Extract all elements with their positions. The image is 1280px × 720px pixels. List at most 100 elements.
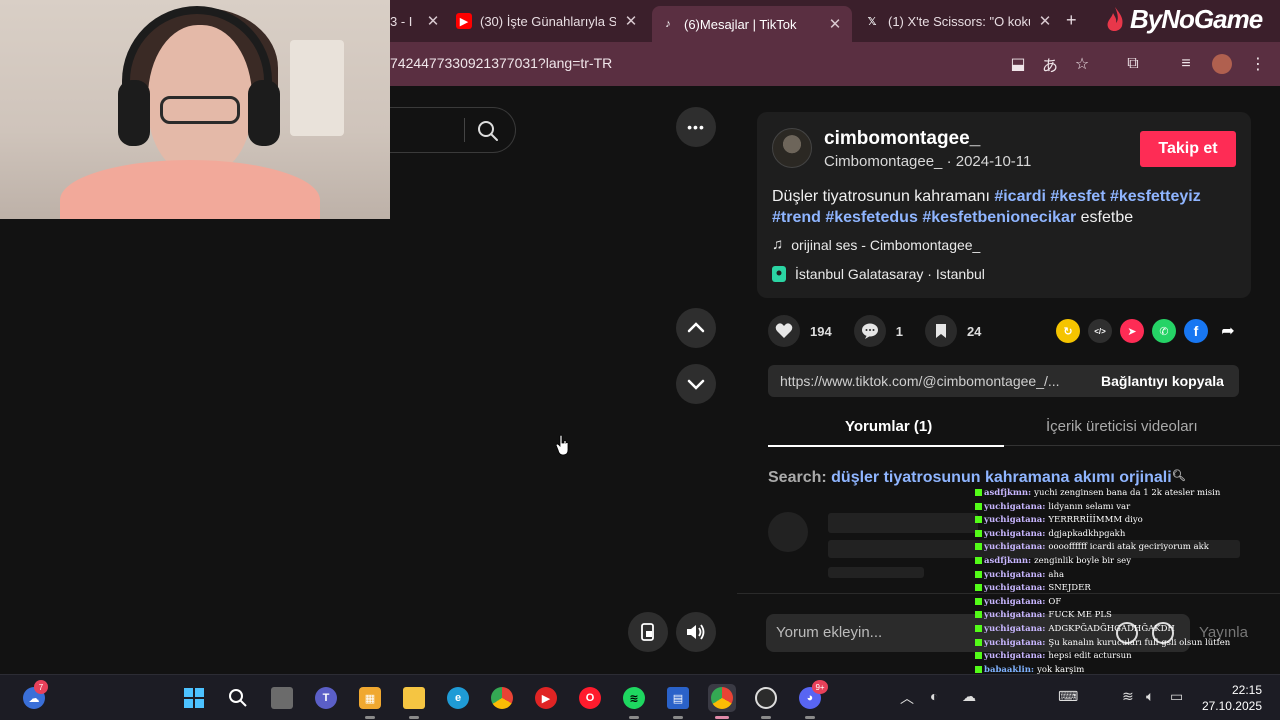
follow-button[interactable]: Takip et xyxy=(1140,131,1236,167)
profile-avatar[interactable] xyxy=(1212,54,1232,74)
wifi-icon[interactable]: ≋ xyxy=(1122,688,1134,705)
system-clock[interactable]: 22:15 27.10.2025 xyxy=(1196,682,1262,714)
tab-creator-videos[interactable]: İçerik üreticisi videoları xyxy=(1046,418,1198,435)
send-icon[interactable]: ➤ xyxy=(1120,319,1144,343)
speaker-icon[interactable]: 🔈︎ xyxy=(1146,688,1154,705)
tray-overflow-icon[interactable]: ︿ xyxy=(900,688,914,708)
teams-button[interactable]: T xyxy=(312,684,340,712)
search-icon xyxy=(229,689,247,707)
embed-icon[interactable]: </> xyxy=(1088,319,1112,343)
chrome-button[interactable] xyxy=(488,684,516,712)
tray-app-icon[interactable]: ◐ xyxy=(930,688,938,704)
share-arrow-icon[interactable]: ➦ xyxy=(1216,319,1240,343)
extensions-icon[interactable]: ⧉ xyxy=(1123,54,1143,74)
share-link-url[interactable]: https://www.tiktok.com/@cimbomontagee_/.… xyxy=(780,373,1080,389)
discord-button[interactable]: ◕ 9+ xyxy=(796,680,828,719)
widgets-button[interactable]: ☁ 7 xyxy=(20,680,48,712)
chat-message: asdfjkmn: yuchi zenginsen bana da 1 2k at… xyxy=(975,487,1235,501)
whatsapp-icon[interactable]: ✆ xyxy=(1152,319,1176,343)
comment-icon xyxy=(853,315,886,347)
new-tab-button[interactable]: + xyxy=(1066,10,1077,31)
author-username[interactable]: cimbomontagee_ xyxy=(824,128,980,150)
keyboard-icon[interactable]: ⌨ xyxy=(1058,688,1078,705)
file-explorer-button[interactable] xyxy=(400,684,428,719)
tab-x[interactable]: 𝕏 (1) X'te Scissors: "O koku ✕ xyxy=(864,6,1054,36)
like-count: 194 xyxy=(810,323,832,339)
search-divider xyxy=(464,118,465,142)
chat-message: yuchigatana: aha xyxy=(975,569,1235,583)
spotify-icon: ≋ xyxy=(623,687,645,709)
search-button[interactable] xyxy=(224,684,252,712)
floating-player-button[interactable] xyxy=(628,612,668,652)
menu-kebab-icon[interactable]: ⋮ xyxy=(1248,54,1268,74)
chat-text: hepsi edit actursun xyxy=(1048,651,1132,662)
chat-username: asdfjkmn: xyxy=(984,488,1032,498)
bookmark-star-icon[interactable]: ☆ xyxy=(1072,54,1092,74)
search-icon[interactable] xyxy=(476,119,500,143)
save-count: 24 xyxy=(966,323,982,339)
chat-message: yuchigatana: OF xyxy=(975,596,1235,610)
post-actions: 194 1 24 xyxy=(768,315,1003,347)
music-link[interactable]: ♫ orijinal ses - Cimbomontagee_ xyxy=(772,236,980,253)
chat-username: yuchigatana: xyxy=(984,651,1046,662)
author-avatar[interactable] xyxy=(772,128,812,168)
task-view-button[interactable] xyxy=(268,684,296,712)
install-app-icon[interactable]: ⬓ xyxy=(1008,54,1028,74)
facebook-icon[interactable]: f xyxy=(1184,319,1208,343)
post-description: Düşler tiyatrosunun kahramanı #icardi #k… xyxy=(772,186,1232,228)
share-link-box: https://www.tiktok.com/@cimbomontagee_/.… xyxy=(768,365,1239,397)
translate-icon[interactable]: あ xyxy=(1040,54,1060,75)
store-icon: ▦ xyxy=(359,687,381,709)
like-button[interactable]: 194 xyxy=(768,315,832,347)
spotify-button[interactable]: ≋ xyxy=(620,684,648,719)
kick-platform-icon xyxy=(975,597,982,605)
media-control-icon[interactable]: ≡ xyxy=(1176,54,1196,74)
url-field[interactable]: 7424477330921377031?lang=tr-TR xyxy=(390,55,612,71)
tray-onedrive-icon[interactable]: ☁ xyxy=(962,688,976,705)
hashtag-link[interactable]: #icardi xyxy=(994,188,1046,205)
favorite-button[interactable]: 24 xyxy=(924,315,982,347)
tab-youtube[interactable]: ▶ (30) İşte Günahlarıyla Sev ✕ xyxy=(456,6,640,36)
hashtag-link[interactable]: #trend xyxy=(772,209,821,226)
volume-button[interactable] xyxy=(676,612,716,652)
next-video-button[interactable] xyxy=(676,364,716,404)
chat-message: yuchigatana: dgjapkadkhpgakh xyxy=(975,528,1235,542)
location-link[interactable]: İstanbul Galatasaray · Istanbul xyxy=(772,261,993,287)
tab-tiktok[interactable]: ♪ (6)Mesajlar | TikTok ✕ xyxy=(652,6,852,42)
edge-button[interactable]: e xyxy=(444,684,472,712)
chat-username: yuchigatana: xyxy=(984,515,1046,526)
battery-icon[interactable]: ▭ xyxy=(1170,688,1183,705)
description-tail: esfetbe xyxy=(1080,209,1134,226)
chrome-profile-button[interactable] xyxy=(708,684,736,719)
active-tab-indicator xyxy=(768,445,1004,447)
opera-button[interactable]: O xyxy=(576,684,604,712)
start-button[interactable] xyxy=(180,684,208,712)
youtube-music-button[interactable]: ▶ xyxy=(532,684,560,712)
close-icon[interactable]: ✕ xyxy=(826,15,844,33)
close-icon[interactable]: ✕ xyxy=(1036,12,1054,30)
hashtag-link[interactable]: #kesfetbenionecikar xyxy=(922,209,1076,226)
play-icon: ▶ xyxy=(535,687,557,709)
tab-comments[interactable]: Yorumlar (1) xyxy=(845,418,932,435)
tab-partial[interactable]: 3 - I ✕ xyxy=(390,6,442,36)
close-icon[interactable]: ✕ xyxy=(622,12,640,30)
kick-platform-icon xyxy=(975,624,982,632)
previous-video-button[interactable] xyxy=(676,308,716,348)
obs-button[interactable] xyxy=(752,684,780,719)
hashtag-link[interactable]: #kesfetteyiz xyxy=(1110,188,1201,205)
loading-line-placeholder xyxy=(828,567,924,578)
chat-username: asdfjkmn: xyxy=(984,555,1032,566)
picture-in-picture-icon xyxy=(641,623,654,641)
copy-link-button[interactable]: Bağlantıyı kopyala xyxy=(1086,365,1239,397)
notepad-button[interactable]: ▤ xyxy=(664,684,692,719)
search-suggestion[interactable]: Search: düşler tiyatrosunun kahramana ak… xyxy=(768,469,1186,487)
close-icon[interactable]: ✕ xyxy=(424,12,442,30)
hashtag-link[interactable]: #kesfet xyxy=(1050,188,1105,205)
comment-button[interactable]: 1 xyxy=(853,315,903,347)
repost-icon[interactable]: ↻ xyxy=(1056,319,1080,343)
running-indicator xyxy=(409,716,419,719)
more-options-button[interactable]: ••• xyxy=(676,107,716,147)
hashtag-link[interactable]: #kesfetedus xyxy=(825,209,918,226)
search-input[interactable] xyxy=(370,107,516,153)
store-button[interactable]: ▦ xyxy=(356,684,384,719)
